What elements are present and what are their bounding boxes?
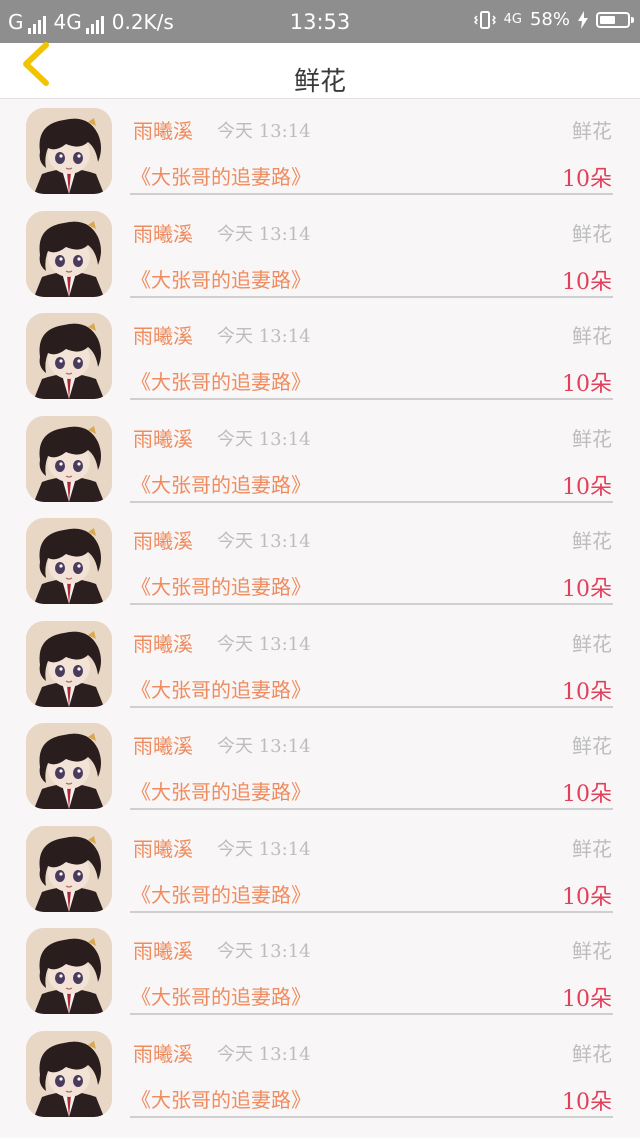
divider [130,500,613,503]
timestamp: 今天 13:14 [217,428,311,450]
list-item[interactable]: 雨曦溪 今天 13:14 鲜花 《大张哥的追妻路》 10朵 [0,1022,640,1125]
gift-count: 10朵 [562,167,612,192]
avatar[interactable] [26,415,112,502]
book-title[interactable]: 《大张哥的追妻路》 [131,981,311,1010]
list-item[interactable]: 雨曦溪 今天 13:14 鲜花 《大张哥的追妻路》 10朵 [0,714,640,817]
user-name[interactable]: 雨曦溪 [133,320,193,349]
user-name[interactable]: 雨曦溪 [133,423,193,452]
gift-type: 鲜花 [572,631,612,656]
avatar[interactable] [26,518,112,604]
book-title[interactable]: 《大张哥的追妻路》 [131,571,311,600]
timestamp: 今天 13:14 [217,633,311,655]
gift-count: 10朵 [562,987,612,1012]
battery-icon [596,11,634,28]
gift-count: 10朵 [562,474,612,500]
page-title: 鲜花 [293,67,346,97]
book-title[interactable]: 《大张哥的追妻路》 [131,161,311,190]
gift-count: 10朵 [562,1089,612,1115]
timestamp: 今天 13:14 [217,223,311,245]
user-name[interactable]: 雨曦溪 [133,628,193,657]
charging-icon [578,10,588,29]
gift-count: 10朵 [562,269,612,295]
gift-count: 10朵 [562,782,612,807]
gift-type: 鲜花 [572,734,612,758]
data-badge: 4G [503,12,522,27]
gift-type: 鲜花 [572,426,612,451]
avatar[interactable] [26,620,112,707]
user-name[interactable]: 雨曦溪 [133,730,193,759]
battery-level [600,15,615,24]
divider [130,808,613,810]
gift-type: 鲜花 [572,529,612,553]
list-item[interactable]: 雨曦溪 今天 13:14 鲜花 《大张哥的追妻路》 10朵 [0,817,640,920]
status-right: 4G 58% [473,9,634,30]
user-name[interactable]: 雨曦溪 [133,115,193,144]
gift-count: 10朵 [562,679,612,705]
avatar[interactable] [26,1030,112,1117]
gift-record-list: 雨曦溪 今天 13:14 鲜花 《大张哥的追妻路》 10朵 雨曦溪 今天 13:… [0,99,640,1124]
divider [130,1013,613,1015]
list-item[interactable]: 雨曦溪 今天 13:14 鲜花 《大张哥的追妻路》 10朵 [0,202,640,305]
timestamp: 今天 13:14 [217,121,311,142]
divider [130,193,613,195]
list-item[interactable]: 雨曦溪 今天 13:14 鲜花 《大张哥的追妻路》 10朵 [0,919,640,1022]
avatar[interactable] [26,210,112,297]
book-title[interactable]: 《大张哥的追妻路》 [131,469,311,498]
gift-count: 10朵 [562,884,612,910]
book-title[interactable]: 《大张哥的追妻路》 [131,366,311,395]
divider [130,295,613,298]
timestamp: 今天 13:14 [217,1043,311,1065]
divider [130,398,613,400]
divider [130,705,613,708]
gift-type: 鲜花 [572,119,612,143]
list-item[interactable]: 雨曦溪 今天 13:14 鲜花 《大张哥的追妻路》 10朵 [0,509,640,612]
timestamp: 今天 13:14 [217,326,311,347]
timestamp: 今天 13:14 [217,838,311,860]
user-name[interactable]: 雨曦溪 [133,218,193,247]
gift-count: 10朵 [562,372,612,397]
list-item[interactable]: 雨曦溪 今天 13:14 鲜花 《大张哥的追妻路》 10朵 [0,304,640,407]
list-item[interactable]: 雨曦溪 今天 13:14 鲜花 《大张哥的追妻路》 10朵 [0,612,640,715]
gift-type: 鲜花 [572,221,612,246]
book-title[interactable]: 《大张哥的追妻路》 [131,1084,311,1113]
user-name[interactable]: 雨曦溪 [133,935,193,964]
divider [130,1115,613,1118]
timestamp: 今天 13:14 [217,736,311,757]
gift-type: 鲜花 [572,836,612,861]
user-name[interactable]: 雨曦溪 [133,833,193,862]
timestamp: 今天 13:14 [217,531,311,552]
list-item[interactable]: 雨曦溪 今天 13:14 鲜花 《大张哥的追妻路》 10朵 [0,407,640,510]
gift-type: 鲜花 [572,939,612,963]
avatar[interactable] [26,723,112,809]
list-item[interactable]: 雨曦溪 今天 13:14 鲜花 《大张哥的追妻路》 10朵 [0,99,640,202]
book-title[interactable]: 《大张哥的追妻路》 [131,674,311,703]
app-header: 鲜花 [0,42,640,99]
avatar[interactable] [26,928,112,1014]
divider [130,910,613,913]
divider [130,603,613,605]
timestamp: 今天 13:14 [217,941,311,962]
user-name[interactable]: 雨曦溪 [133,525,193,554]
avatar[interactable] [26,108,112,194]
vibrate-icon [473,10,496,29]
status-bar: G 4G 0.2K/s 13:53 4G 58% [0,0,640,43]
user-name[interactable]: 雨曦溪 [133,1038,193,1067]
gift-type: 鲜花 [572,324,612,348]
avatar[interactable] [26,825,112,912]
gift-count: 10朵 [562,577,612,602]
book-title[interactable]: 《大张哥的追妻路》 [131,264,311,293]
book-title[interactable]: 《大张哥的追妻路》 [131,776,311,805]
gift-type: 鲜花 [572,1041,612,1066]
book-title[interactable]: 《大张哥的追妻路》 [131,879,311,908]
avatar[interactable] [26,313,112,399]
battery-percent: 58% [529,9,570,30]
